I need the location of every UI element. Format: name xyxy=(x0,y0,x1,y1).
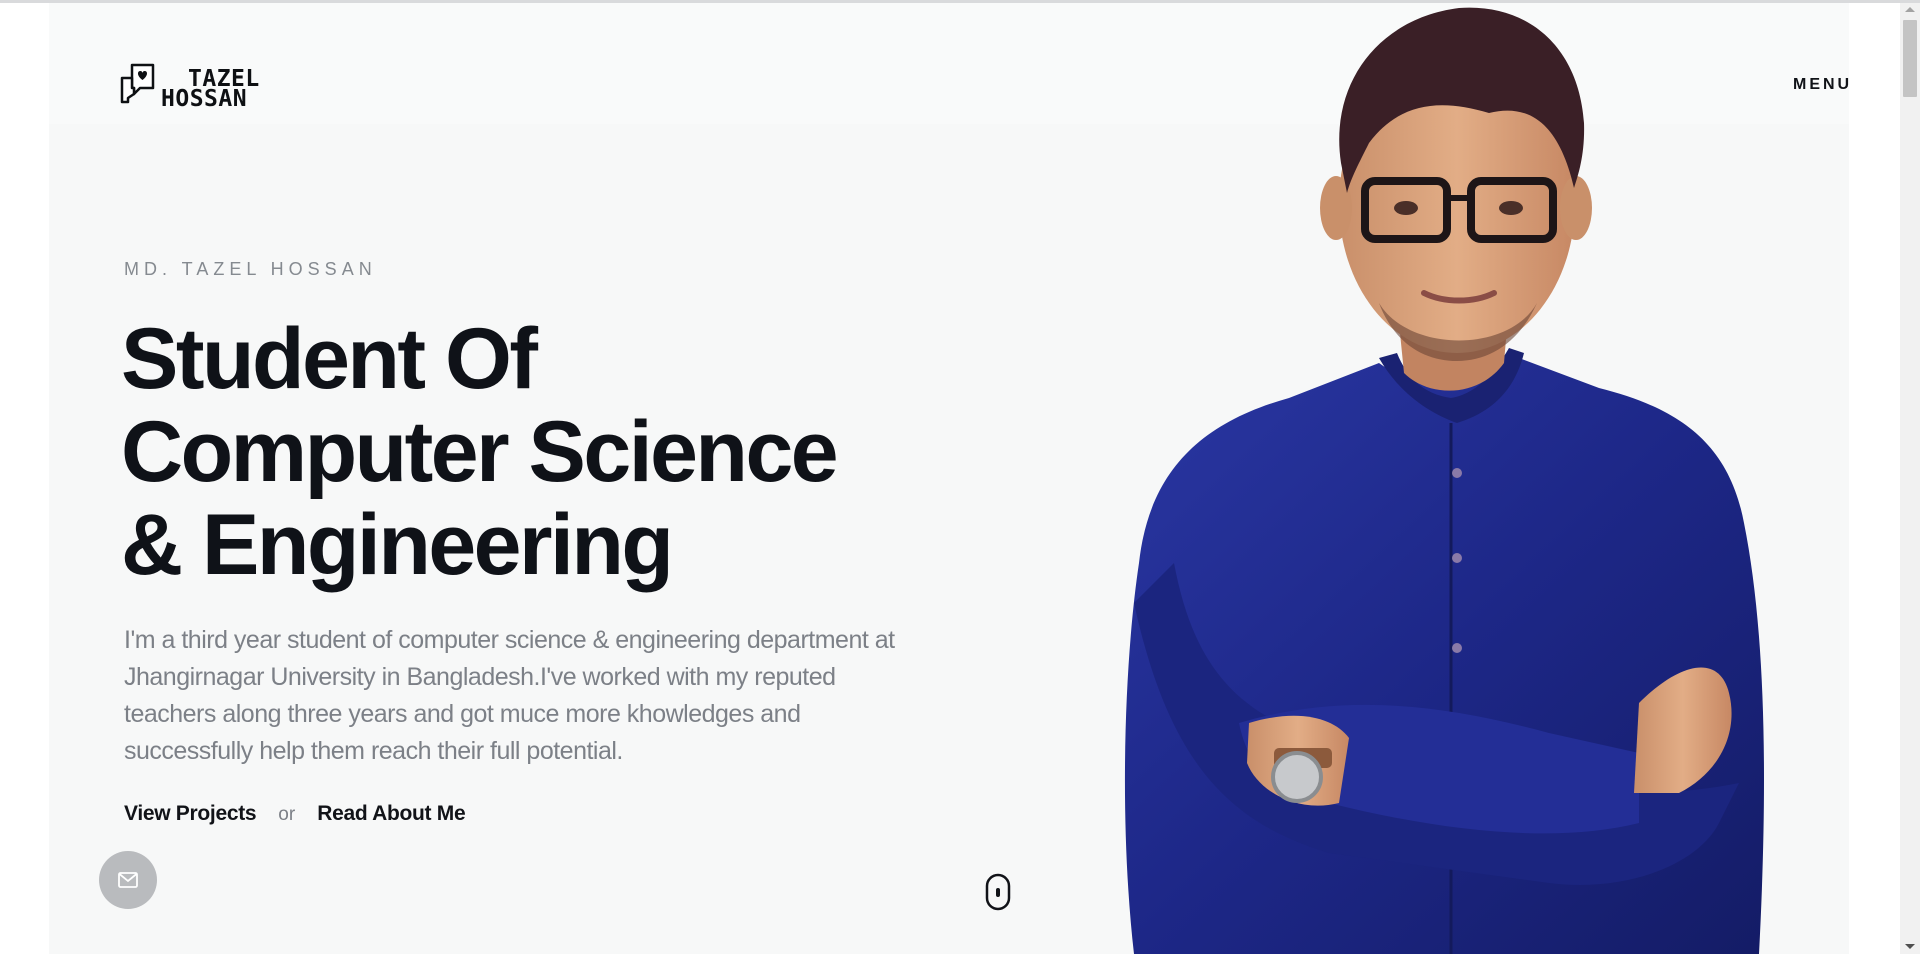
headline-line: & Engineering xyxy=(121,497,674,593)
hero-actions: View Projects or Read About Me xyxy=(124,802,466,826)
chat-bubbles-heart-icon xyxy=(120,63,155,104)
scrollbar-thumb[interactable] xyxy=(1903,20,1917,97)
view-projects-link[interactable]: View Projects xyxy=(124,802,257,826)
contact-mail-button[interactable] xyxy=(99,851,157,909)
logo-line-2: HOSSAN xyxy=(161,86,248,112)
hero-eyebrow-name: MD. TAZEL HOSSAN xyxy=(124,259,377,279)
menu-button[interactable]: MENU xyxy=(1793,73,1849,97)
portrait-photo xyxy=(1124,7,1764,954)
scroll-up-arrow-icon[interactable] xyxy=(1905,7,1915,12)
logo-wordmark: TAZEL HOSSAN xyxy=(158,68,260,112)
menu-label: MENU xyxy=(1793,76,1849,93)
page-scrollbar[interactable] xyxy=(1900,3,1920,954)
mouse-scroll-icon[interactable] xyxy=(985,873,1011,911)
headline-line: Computer Science xyxy=(121,404,839,500)
or-separator: or xyxy=(278,804,296,825)
scroll-down-arrow-icon[interactable] xyxy=(1905,944,1915,949)
site-logo[interactable]: TAZEL HOSSAN xyxy=(120,62,280,116)
hero-section: TAZEL HOSSAN MENU MD. TAZEL HOSSAN Stude… xyxy=(49,3,1849,954)
read-about-me-link[interactable]: Read About Me xyxy=(317,802,465,826)
hero-headline: Student Of Computer Science & Engineerin… xyxy=(121,313,941,592)
hero-intro-paragraph: I'm a third year student of computer sci… xyxy=(124,626,895,765)
mail-icon xyxy=(118,872,138,888)
headline-line: Student Of xyxy=(121,311,538,407)
